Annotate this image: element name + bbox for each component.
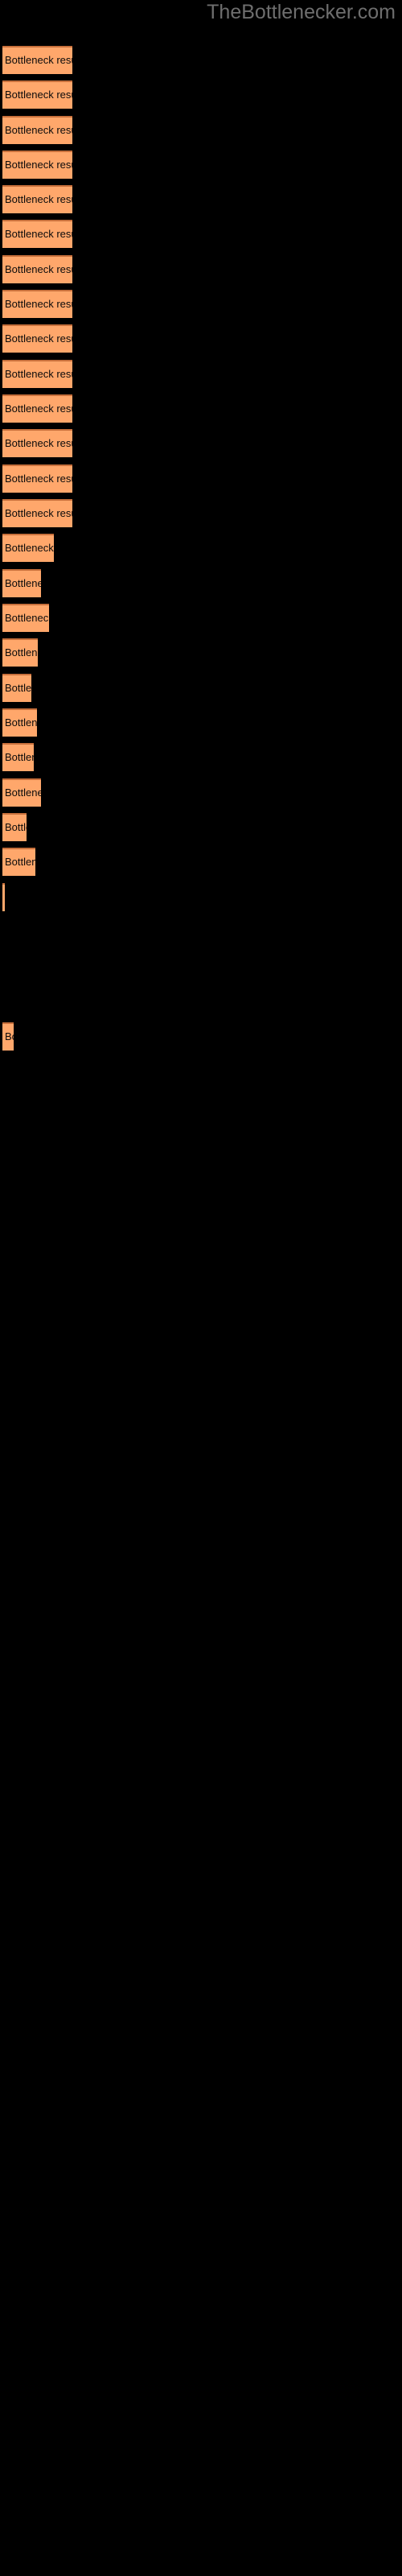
bar-label: Bottleneck result [5, 577, 41, 589]
bar-1: Bottleneck result [2, 46, 72, 74]
bar-label: Bottleneck result [5, 1030, 14, 1042]
bar-19: Bottleneck result [2, 674, 31, 702]
bar-label: Bottleneck result [5, 507, 72, 519]
bar-25: Bottleneck result [2, 883, 5, 911]
bar-label: Bottleneck result [5, 193, 72, 205]
bar-label: Bottleneck result [5, 263, 72, 275]
bar-label: Bottleneck result [5, 124, 72, 136]
bar-label: Bottleneck result [5, 89, 72, 101]
bar-label: Bottleneck result [5, 228, 72, 240]
bar-15: Bottleneck result [2, 534, 54, 562]
bar-label: Bottleneck result [5, 159, 72, 171]
bar-label: Bottleneck result [5, 542, 54, 554]
bar-9: Bottleneck result [2, 324, 72, 353]
bar-5: Bottleneck result [2, 185, 72, 213]
bar-label: Bottleneck result [5, 856, 35, 868]
bar-label: Bottleneck result [5, 332, 72, 345]
bar-11: Bottleneck result [2, 394, 72, 423]
bar-2: Bottleneck result [2, 80, 72, 109]
bar-6: Bottleneck result [2, 220, 72, 248]
bar-8: Bottleneck result [2, 290, 72, 318]
bar-20: Bottleneck result [2, 708, 37, 737]
bar-12: Bottleneck result [2, 429, 72, 457]
bar-label: Bottleneck result [5, 473, 72, 485]
bar-label: Bottleneck result [5, 821, 27, 833]
bar-18: Bottleneck result [2, 638, 38, 667]
bar-17: Bottleneck result [2, 604, 49, 632]
bar-label: Bottleneck result [5, 54, 72, 66]
bar-label: Bottleneck result [5, 402, 72, 415]
bar-21: Bottleneck result [2, 743, 34, 771]
bar-label: Bottleneck result [5, 437, 72, 449]
bottleneck-bar-chart: Bottleneck result Bottleneck result Bottle… [0, 0, 402, 2576]
bar-24: Bottleneck result [2, 848, 35, 876]
bar-label: Bottleneck result [5, 612, 49, 624]
bar-14: Bottleneck result [2, 499, 72, 527]
bar-7: Bottleneck result [2, 255, 72, 283]
bar-label: Bottleneck result [5, 786, 41, 799]
bar-label: Bottleneck result [5, 716, 37, 729]
bar-10: Bottleneck result [2, 360, 72, 388]
bar-22: Bottleneck result [2, 778, 41, 807]
bar-13: Bottleneck result [2, 464, 72, 493]
bar-3: Bottleneck result [2, 116, 72, 144]
bar-26: Bottleneck result [2, 1022, 14, 1051]
bar-label: Bottleneck result [5, 298, 72, 310]
bar-label: Bottleneck result [5, 682, 31, 694]
bar-label: Bottleneck result [5, 368, 72, 380]
bar-4: Bottleneck result [2, 151, 72, 179]
bar-label: Bottleneck result [5, 646, 38, 658]
bar-16: Bottleneck result [2, 569, 41, 597]
bar-label: Bottleneck result [5, 751, 34, 763]
bar-23: Bottleneck result [2, 813, 27, 841]
